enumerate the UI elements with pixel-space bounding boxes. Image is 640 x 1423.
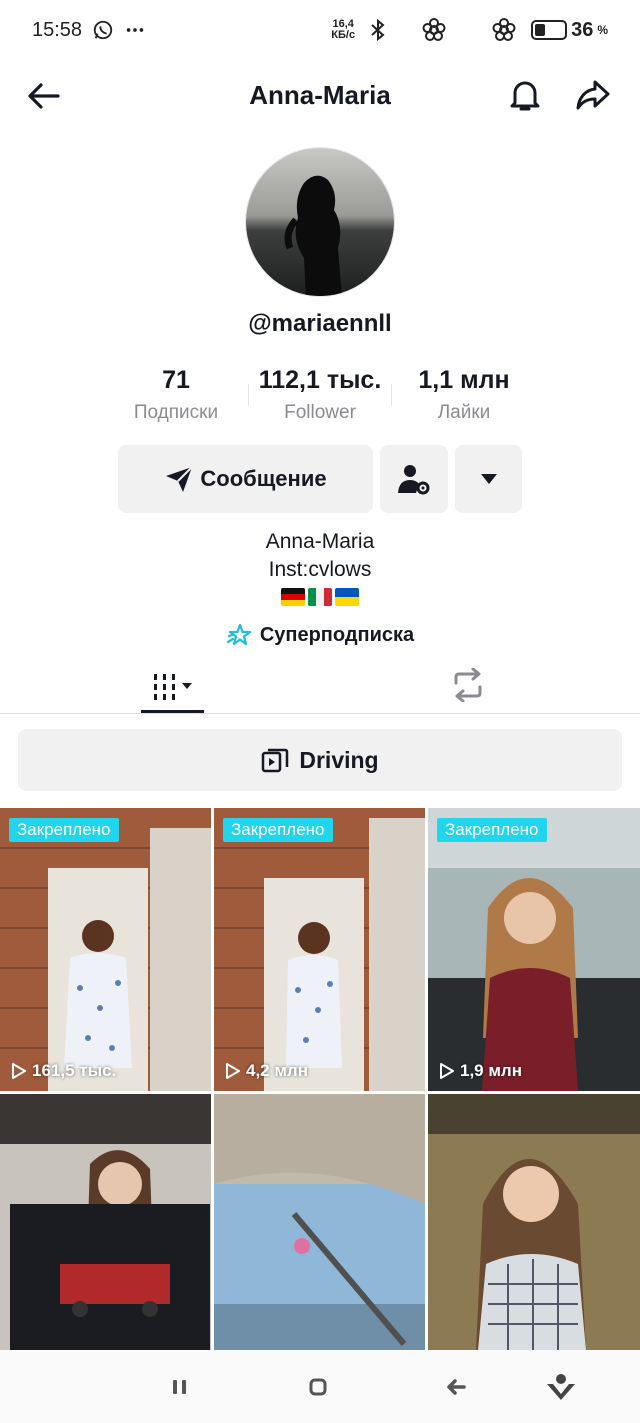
flower-icon: [492, 18, 516, 41]
play-icon: [226, 1063, 240, 1079]
stat-likes-value: 1,1 млн: [418, 366, 510, 394]
avatar[interactable]: [245, 147, 395, 297]
bio-line: Inst:cvlows: [268, 558, 372, 581]
video-thumbnail: [214, 1094, 425, 1350]
home-icon[interactable]: [303, 1372, 333, 1402]
video-tile[interactable]: [0, 1094, 211, 1350]
superfollow-star-icon: [226, 623, 251, 646]
status-time: 15:58: [32, 18, 83, 41]
video-thumbnail: [428, 808, 640, 1091]
video-thumbnail: [0, 1094, 211, 1350]
stat-likes-label: Лайки: [437, 402, 491, 423]
view-count: 161,5 тыс.: [10, 1061, 116, 1081]
flower-icon: [422, 18, 446, 41]
repost-icon: [454, 668, 482, 702]
active-tab-indicator: [141, 710, 204, 713]
video-tile[interactable]: Закреплено 4,2 млн: [214, 808, 425, 1091]
playlist-button[interactable]: Driving: [18, 729, 622, 791]
battery-icon: [531, 20, 568, 40]
video-thumbnail: [214, 808, 425, 1091]
more-dropdown-button[interactable]: [455, 445, 522, 513]
content-tabs: [0, 650, 640, 714]
profile-stats: 71 Подписки 112,1 тыс. Follower 1,1 млн …: [0, 366, 640, 426]
top-nav: Anna-Maria: [0, 60, 640, 130]
flag-ukraine-icon: [335, 588, 359, 606]
playlist-icon: [262, 748, 289, 773]
recent-apps-icon[interactable]: [165, 1372, 195, 1402]
bell-icon[interactable]: [506, 76, 544, 114]
view-count-value: 161,5 тыс.: [32, 1061, 117, 1080]
message-button-label: Сообщение: [200, 466, 327, 491]
video-tile[interactable]: Закреплено 161,5 тыс.: [0, 808, 211, 1091]
view-count-value: 4,2 млн: [246, 1061, 308, 1080]
play-icon: [12, 1063, 26, 1079]
caret-down-icon: [480, 474, 497, 484]
view-count-value: 1,9 млн: [460, 1061, 522, 1080]
back-icon[interactable]: [441, 1372, 471, 1402]
superfollow-link[interactable]: Суперподписка: [0, 622, 640, 648]
playlist-label: Driving: [299, 746, 379, 773]
flag-germany-icon: [281, 588, 305, 606]
bluetooth-icon: [371, 18, 385, 42]
video-grid: Закреплено 161,5 тыс. Закреплено 4,2 млн: [0, 808, 640, 1350]
video-tile[interactable]: [428, 1094, 640, 1350]
view-count: 1,9 млн: [438, 1061, 522, 1081]
status-bar: 15:58 16,4 КБ/с 36%: [0, 0, 640, 60]
tab-reposts[interactable]: [445, 662, 491, 708]
whatsapp-icon: [93, 20, 113, 40]
pinned-badge: Закреплено: [437, 818, 547, 842]
bio-flags: [0, 588, 640, 606]
profile-bio: Anna-Maria Inst:cvlows: [0, 528, 640, 606]
username: @mariaennll: [248, 310, 392, 337]
flag-italy-icon: [308, 588, 332, 606]
video-thumbnail: [428, 1094, 640, 1350]
battery-percent: 36: [571, 18, 594, 41]
pinned-badge: Закреплено: [9, 818, 119, 842]
video-tile[interactable]: Закреплено 1,9 млн: [428, 808, 640, 1091]
bio-name: Anna-Maria: [265, 530, 375, 553]
send-icon: [166, 466, 194, 492]
net-speed: 16,4 КБ/с: [331, 18, 356, 41]
stat-likes[interactable]: 1,1 млн Лайки: [374, 366, 554, 424]
play-icon: [440, 1063, 454, 1079]
back-arrow-icon[interactable]: [26, 78, 62, 114]
battery-indicator: 36%: [531, 19, 608, 42]
superfollow-label: Суперподписка: [259, 623, 415, 646]
share-icon[interactable]: [574, 76, 612, 114]
view-count: 4,2 млн: [224, 1061, 308, 1081]
message-button[interactable]: Сообщение: [118, 445, 373, 513]
assistant-icon[interactable]: [544, 1370, 578, 1404]
grid-icon: [153, 674, 192, 700]
video-thumbnail: [0, 808, 211, 1091]
follow-settings-button[interactable]: [380, 445, 448, 513]
user-gear-icon: [398, 465, 430, 495]
page-title: Anna-Maria: [249, 79, 391, 110]
video-tile[interactable]: [214, 1094, 425, 1350]
pinned-badge: Закреплено: [223, 818, 333, 842]
avatar-photo: [246, 148, 394, 296]
more-dots-icon: [126, 28, 144, 32]
system-nav-bar: [0, 1350, 640, 1423]
tab-videos[interactable]: [141, 660, 204, 714]
